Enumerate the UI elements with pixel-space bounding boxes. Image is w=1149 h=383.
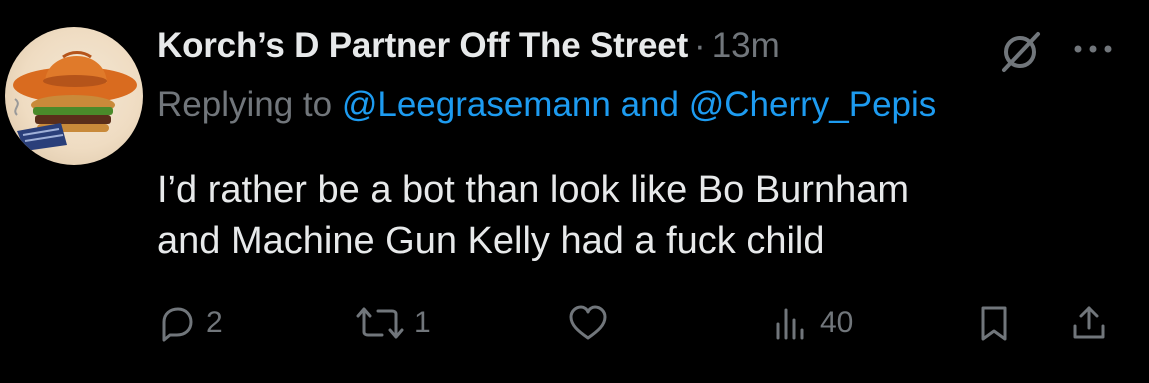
views-button[interactable]: 40 <box>772 298 853 348</box>
more-icon[interactable] <box>1070 36 1116 62</box>
author-name[interactable]: Korch’s D Partner Off The Street <box>157 26 688 66</box>
reply-button[interactable]: 2 <box>158 298 223 348</box>
timestamp[interactable]: 13m <box>712 26 780 66</box>
mention-link[interactable]: @Cherry_Pepis <box>689 85 937 124</box>
replying-prefix: Replying to <box>157 85 342 124</box>
mention-joiner: and <box>610 85 689 124</box>
retweet-icon <box>356 307 404 339</box>
reply-icon <box>162 307 193 342</box>
share-icon <box>1073 306 1105 339</box>
grok-icon[interactable] <box>996 26 1046 76</box>
tweet-text: I’d rather be a bot than look like Bo Bu… <box>157 169 910 262</box>
retweet-button[interactable]: 1 <box>356 298 431 348</box>
bookmark-icon <box>981 306 1007 341</box>
bookmark-button[interactable] <box>975 298 1013 348</box>
avatar[interactable] <box>5 27 143 165</box>
retweet-count: 1 <box>414 306 431 339</box>
heart-icon <box>569 305 607 340</box>
tweet-header: Korch’s D Partner Off The Street · 13m <box>157 26 780 76</box>
share-button[interactable] <box>1070 298 1108 348</box>
bar-chart-icon <box>776 308 804 340</box>
separator-dot: · <box>694 26 706 65</box>
views-count: 40 <box>820 306 854 339</box>
like-button[interactable] <box>568 298 618 348</box>
replying-to: Replying to @Leegrasemann and @Cherry_Pe… <box>157 85 936 125</box>
mention-link[interactable]: @Leegrasemann <box>342 85 611 124</box>
tweet[interactable]: Korch’s D Partner Off The Street · 13m R… <box>0 0 1149 383</box>
reply-count: 2 <box>206 306 223 339</box>
cowboy-hat-burger-icon <box>13 51 137 151</box>
